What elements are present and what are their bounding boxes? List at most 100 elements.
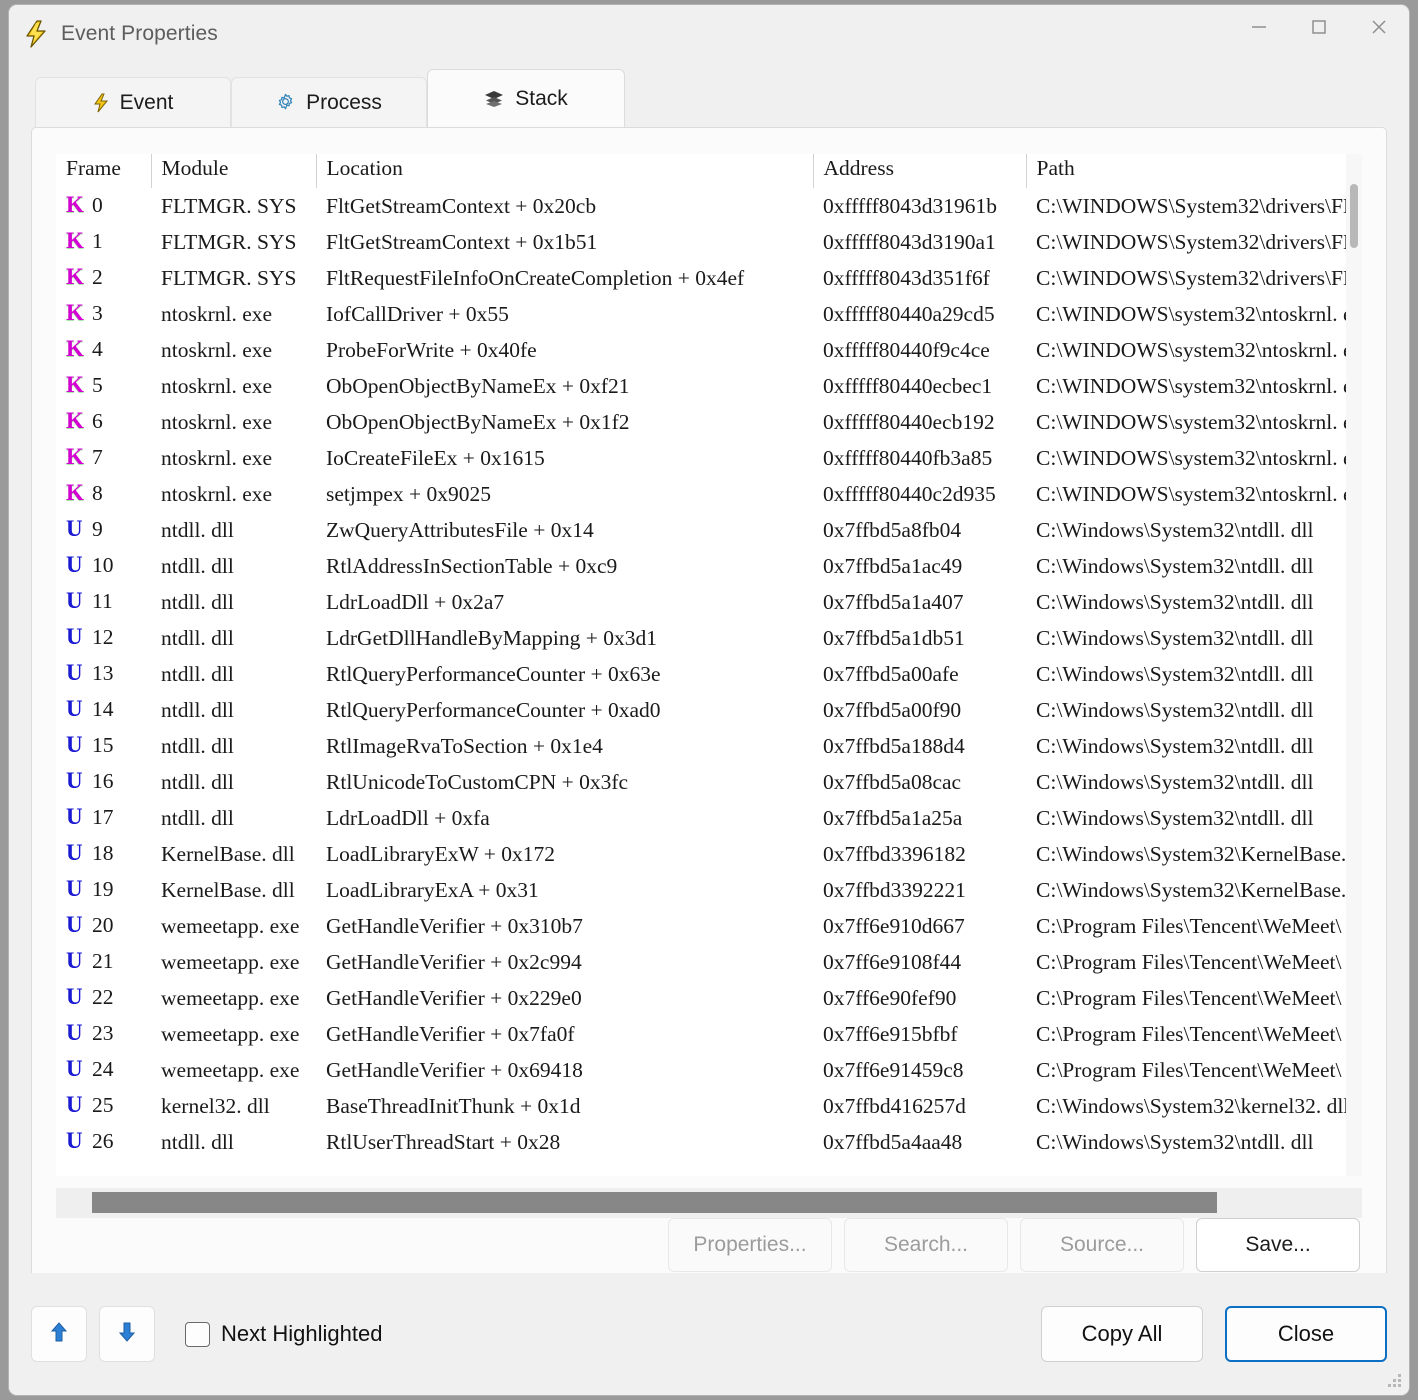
user-frame-icon: U [66,804,83,829]
frame-number: 2 [92,265,103,289]
close-icon[interactable] [1349,5,1409,49]
table-row[interactable]: U 26 ntdll. dll RtlUserThreadStart + 0x28 0x… [56,1124,1362,1160]
tab-process[interactable]: Process [231,77,427,127]
table-row[interactable]: K 7 ntoskrnl. exe IoCreateFileEx + 0x1615 0x… [56,440,1362,476]
table-row[interactable]: K 3 ntoskrnl. exe IofCallDriver + 0x55 0xfff… [56,296,1362,332]
cell-frame: K8 [56,476,151,512]
cell-module: ntdll. dll [161,769,234,794]
cell-address: 0x7ffbd5a188d4 [823,733,965,758]
cell-frame: U 20 [56,908,151,944]
column-header-address[interactable]: Address [813,154,1027,188]
cell-address: 0x7ffbd5a1ac49 [823,553,963,578]
table-row[interactable]: K 5 ntoskrnl. exe ObOpenObjectByNameEx + 0x… [56,368,1362,404]
cell-address: 0x7ffbd3396182 [823,841,966,866]
cell-module: ntoskrnl. exe [161,409,273,434]
vertical-scrollbar[interactable] [1346,154,1362,1176]
cell-frame: K3 [56,296,151,332]
minimize-icon[interactable] [1229,5,1289,49]
cell-location: GetHandleVerifier + 0x229e0 [326,985,582,1010]
frame-number: 21 [92,949,114,973]
cell-path: C:\Windows\System32\ntdll. dll [1036,805,1314,830]
cell-location: LdrLoadDll + 0x2a7 [326,589,505,614]
cell-location: ProbeForWrite + 0x40fe [326,337,537,362]
frame-number: 10 [92,553,114,577]
table-row[interactable]: U 17 ntdll. dll LdrLoadDll + 0xfa 0x7ffbd5a1… [56,800,1362,836]
cell-address: 0x7ffbd5a8fb04 [823,517,962,542]
table-row[interactable]: U 16 ntdll. dll RtlUnicodeToCustomCPN + 0x3… [56,764,1362,800]
cell-frame: U 21 [56,944,151,980]
cell-module: FLTMGR. SYS [161,229,297,254]
table-row[interactable]: U 23 wemeetapp. exe GetHandleVerifier + 0x7… [56,1016,1362,1052]
table-row[interactable]: K 6 ntoskrnl. exe ObOpenObjectByNameEx + 0x… [56,404,1362,440]
horizontal-scrollbar-thumb[interactable] [92,1192,1217,1213]
cell-address: 0x7ff6e91459c8 [823,1057,964,1082]
table-row[interactable]: U 18 KernelBase. dll LoadLibraryExW + 0x172… [56,836,1362,872]
cell-path: C:\Windows\System32\ntdll. dll [1036,733,1314,758]
cell-path: C:\WINDOWS\system32\ntoskrnl. exe [1036,337,1362,362]
cell-frame: U 14 [56,692,151,728]
cell-address: 0xfffff80440ecbec1 [823,373,993,398]
source-button[interactable]: Source... [1020,1218,1184,1272]
cell-module: kernel32. dll [161,1093,270,1118]
cell-path: C:\Program Files\Tencent\WeMeet\ [1036,985,1342,1010]
table-row[interactable]: K 1 FLTMGR. SYS FltGetStreamContext + 0x1b5… [56,224,1362,260]
event-properties-window: Event Properties Event Process Stack Fra… [8,4,1410,1396]
cell-location: GetHandleVerifier + 0x7fa0f [326,1021,575,1046]
cell-location: GetHandleVerifier + 0x69418 [326,1057,583,1082]
cell-module: wemeetapp. exe [161,1021,300,1046]
frame-number: 18 [92,841,114,865]
table-row[interactable]: U 22 wemeetapp. exe GetHandleVerifier + 0x2… [56,980,1362,1016]
user-frame-icon: U [66,1128,83,1153]
search-button[interactable]: Search... [844,1218,1008,1272]
column-header-frame[interactable]: Frame [56,154,152,188]
table-row[interactable]: U 24 wemeetapp. exe GetHandleVerifier + 0x6… [56,1052,1362,1088]
user-frame-icon: U [66,912,83,937]
table-row[interactable]: U 19 KernelBase. dll LoadLibraryExA + 0x31 0… [56,872,1362,908]
frame-number: 3 [92,301,103,325]
frame-number: 9 [92,517,103,541]
previous-highlighted-button[interactable] [31,1306,87,1362]
cell-location: RtlAddressInSectionTable + 0xc9 [326,553,618,578]
column-header-module[interactable]: Module [151,154,317,188]
frame-number: 23 [92,1021,114,1045]
next-highlighted-button[interactable] [99,1306,155,1362]
column-header-location[interactable]: Location [316,154,814,188]
next-highlighted-checkbox[interactable]: Next Highlighted [185,1321,382,1347]
table-row[interactable]: U 14 ntdll. dll RtlQueryPerformanceCounter … [56,692,1362,728]
vertical-scrollbar-thumb[interactable] [1350,184,1358,248]
cell-frame: U 19 [56,872,151,908]
cell-location: ObOpenObjectByNameEx + 0xf21 [326,373,630,398]
table-row[interactable]: U 9 ntdll. dll ZwQueryAttributesFile + 0x14… [56,512,1362,548]
cell-module: ntdll. dll [161,1129,234,1154]
cell-location: LdrGetDllHandleByMapping + 0x3d1 [326,625,657,650]
table-row[interactable]: U 11 ntdll. dll LdrLoadDll + 0x2a7 0x7ffbd5a… [56,584,1362,620]
table-row[interactable]: U 15 ntdll. dll RtlImageRvaToSection + 0x1e… [56,728,1362,764]
tab-stack[interactable]: Stack [427,69,625,127]
cell-frame: U 17 [56,800,151,836]
copy-all-button[interactable]: Copy All [1041,1306,1203,1362]
tab-event[interactable]: Event [35,77,231,127]
table-row[interactable]: U 10 ntdll. dll RtlAddressInSectionTable + … [56,548,1362,584]
table-row[interactable]: U 12 ntdll. dll LdrGetDllHandleByMapping + … [56,620,1362,656]
table-row[interactable]: U 25 kernel32. dll BaseThreadInitThunk + 0x… [56,1088,1362,1124]
table-row[interactable]: K 0 FLTMGR. SYS FltGetStreamContext + 0x20c… [56,188,1362,224]
horizontal-scrollbar[interactable] [56,1188,1362,1218]
close-button[interactable]: Close [1225,1306,1387,1362]
stack-list[interactable]: Frame Module Location Address Path K 0 FLT… [56,154,1362,1176]
table-row[interactable]: K 8 ntoskrnl. exe setjmpex + 0x9025 0xfffff8… [56,476,1362,512]
table-row[interactable]: K 4 ntoskrnl. exe ProbeForWrite + 0x40fe 0xf… [56,332,1362,368]
cell-module: KernelBase. dll [161,877,295,902]
column-header-path[interactable]: Path [1026,154,1362,188]
table-row[interactable]: K 2 FLTMGR. SYS FltRequestFileInfoOnCreateC… [56,260,1362,296]
properties-button[interactable]: Properties... [668,1218,832,1272]
cell-path: C:\Program Files\Tencent\WeMeet\ [1036,949,1342,974]
save-button[interactable]: Save... [1196,1218,1360,1272]
checkbox-box[interactable] [185,1321,210,1347]
tab-event-label: Event [119,90,174,114]
resize-grip[interactable] [1388,1374,1402,1388]
table-row[interactable]: U 21 wemeetapp. exe GetHandleVerifier + 0x2… [56,944,1362,980]
table-row[interactable]: U 13 ntdll. dll RtlQueryPerformanceCounter … [56,656,1362,692]
maximize-icon[interactable] [1289,5,1349,49]
cell-address: 0x7ffbd416257d [823,1093,966,1118]
table-row[interactable]: U 20 wemeetapp. exe GetHandleVerifier + 0x3… [56,908,1362,944]
